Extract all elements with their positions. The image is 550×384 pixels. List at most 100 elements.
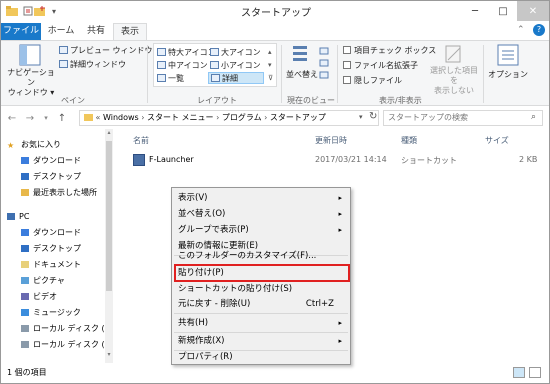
qat-dropdown-icon[interactable]: ▾ (47, 4, 61, 18)
menu-item-label: ショートカットの貼り付け(S) (178, 284, 293, 294)
nav-local-disk-c[interactable]: ローカル ディスク (C (1, 321, 111, 337)
maximize-button[interactable]: □ (489, 1, 517, 21)
column-size[interactable]: サイズ (485, 135, 509, 146)
help-icon[interactable]: ? (533, 24, 545, 36)
nav-documents[interactable]: ドキュメント (1, 257, 111, 273)
small-icons-icon (210, 61, 219, 69)
menu-item-customize-folder[interactable]: このフォルダーのカスタマイズ(F)... (174, 248, 348, 264)
navigation-pane-icon (19, 44, 41, 66)
large-icons-view-icon[interactable] (529, 367, 541, 378)
show-hide-group-label: 表示/非表示 (379, 96, 422, 105)
ribbon-separator (483, 45, 484, 103)
breadcrumb-start-menu[interactable]: スタート メニュー (147, 113, 214, 122)
scrollbar-thumb[interactable] (106, 141, 112, 291)
recent-locations-icon[interactable]: ▾ (39, 111, 53, 125)
column-type[interactable]: 種類 (401, 135, 417, 146)
refresh-icon[interactable]: ↻ (369, 111, 377, 122)
column-modified[interactable]: 更新日時 (315, 135, 347, 146)
nav-label: ミュージック (33, 308, 81, 317)
tab-view[interactable]: 表示 (113, 23, 147, 40)
nav-desktop[interactable]: デスクトップ (1, 169, 111, 185)
nav-local-disk-d[interactable]: ローカル ディスク (D (1, 337, 111, 353)
navigation-pane-button[interactable]: ナビゲーション ウィンドウ ▾ (7, 44, 55, 97)
large-icons-icon (210, 48, 219, 56)
tab-file[interactable]: ファイル (1, 23, 41, 40)
details-view-icon[interactable] (513, 367, 525, 378)
desktop-icon (21, 245, 29, 252)
sort-by-button[interactable]: 並べ替え (285, 44, 318, 88)
view-small-buttons[interactable] (319, 47, 331, 83)
forward-arrow-icon[interactable]: → (23, 111, 37, 125)
tab-home[interactable]: ホーム (43, 23, 79, 40)
tab-share[interactable]: 共有 (81, 23, 111, 40)
item-checkboxes-toggle[interactable]: 項目チェック ボックス (343, 45, 436, 56)
hide-selected-button[interactable]: 選択した項目を 表示しない (429, 44, 479, 95)
file-extensions-checkbox[interactable] (343, 61, 351, 69)
file-extensions-toggle[interactable]: ファイル名拡張子 (343, 60, 418, 71)
star-icon: ★ (7, 141, 15, 150)
layout-small[interactable]: 小アイコン (210, 60, 261, 71)
scroll-down-icon[interactable]: ▾ (105, 351, 113, 358)
layout-large[interactable]: 大アイコン (210, 47, 261, 58)
navigation-pane-label: ナビゲーション ウィンドウ ▾ (7, 68, 55, 97)
column-name[interactable]: 名前 (133, 135, 149, 146)
item-checkboxes-label: 項目チェック ボックス (354, 46, 437, 55)
nav-favorites[interactable]: ★ お気に入り (1, 137, 111, 153)
scroll-up-icon[interactable]: ▴ (105, 129, 113, 136)
address-bar[interactable]: « Windows › スタート メニュー › プログラム › スタートアップ (79, 110, 379, 126)
table-row[interactable]: F-Launcher 2017/03/21 14:14 ショートカット 2 KB (119, 151, 549, 169)
search-input[interactable]: スタートアップの検索 (383, 110, 543, 126)
layout-extra-large[interactable]: 特大アイコン (157, 47, 216, 58)
breadcrumb-programs[interactable]: プログラム (222, 113, 262, 122)
menu-item-view[interactable]: 表示(V) ▸ (174, 190, 348, 206)
hidden-items-toggle[interactable]: 隠しファイル (343, 75, 402, 86)
breadcrumb-startup[interactable]: スタートアップ (270, 113, 326, 122)
nav-pc-downloads[interactable]: ダウンロード (1, 225, 111, 241)
layout-list[interactable]: 一覧 (157, 73, 184, 84)
menu-item-share[interactable]: 共有(H) ▸ (174, 315, 348, 331)
gallery-scroll[interactable]: ▴ ▾ ⊽ (268, 46, 273, 85)
minimize-button[interactable]: ─ (461, 1, 489, 21)
address-dropdown-icon[interactable]: ▾ (359, 113, 363, 121)
nav-music[interactable]: ミュージック (1, 305, 111, 321)
nav-pc[interactable]: PC (1, 209, 111, 225)
menu-item-paste-shortcut[interactable]: ショートカットの貼り付け(S) (174, 281, 348, 297)
file-modified: 2017/03/21 14:14 (315, 155, 387, 164)
current-view-group-label: 現在のビュー (287, 96, 335, 105)
ribbon-separator (281, 45, 282, 103)
menu-item-undo-delete[interactable]: 元に戻す - 削除(U) Ctrl+Z (174, 296, 348, 312)
hidden-items-checkbox[interactable] (343, 76, 351, 84)
sort-icon (293, 46, 307, 61)
details-pane-button[interactable]: 詳細ウィンドウ (59, 59, 126, 70)
submenu-arrow-icon: ▸ (338, 226, 342, 234)
nav-scrollbar[interactable]: ▴ ▾ (105, 129, 113, 363)
explorer-window: ▾ スタートアップ ─ □ ✕ ファイル ホーム 共有 表示 ⌃ ? ナビゲーシ… (0, 0, 550, 384)
nav-label: PC (19, 212, 30, 221)
up-arrow-icon[interactable]: ↑ (55, 111, 69, 125)
breadcrumb-windows[interactable]: Windows (103, 113, 139, 122)
new-folder-icon[interactable] (33, 4, 47, 18)
nav-label: 最近表示した場所 (33, 188, 97, 197)
menu-item-new[interactable]: 新規作成(X) ▸ (174, 333, 348, 349)
layout-details[interactable]: 詳細 (208, 72, 264, 84)
nav-downloads[interactable]: ダウンロード (1, 153, 111, 169)
back-arrow-icon[interactable]: ← (5, 111, 19, 125)
options-button[interactable]: オプション (487, 44, 528, 90)
videos-icon (21, 293, 29, 300)
ribbon-collapse-icon[interactable]: ⌃ (517, 25, 525, 35)
menu-separator (174, 313, 348, 314)
preview-pane-button[interactable]: プレビュー ウィンドウ (59, 45, 153, 56)
item-checkboxes-checkbox[interactable] (343, 46, 351, 54)
layout-list-label: 一覧 (168, 74, 184, 83)
menu-item-group-by[interactable]: グループで表示(P) ▸ (174, 222, 348, 238)
nav-recent-places[interactable]: 最近表示した場所 (1, 185, 111, 201)
menu-item-sort-by[interactable]: 並べ替え(O) ▸ (174, 206, 348, 222)
context-menu: 表示(V) ▸ 並べ替え(O) ▸ グループで表示(P) ▸ 最新の情報に更新(E) … (171, 187, 351, 365)
menu-item-label: 表示(V) (178, 193, 208, 203)
layout-medium[interactable]: 中アイコン (157, 60, 208, 71)
menu-item-properties[interactable]: プロパティ(R) (174, 349, 348, 365)
nav-pc-desktop[interactable]: デスクトップ (1, 241, 111, 257)
close-button[interactable]: ✕ (517, 1, 549, 21)
nav-videos[interactable]: ビデオ (1, 289, 111, 305)
nav-pictures[interactable]: ピクチャ (1, 273, 111, 289)
